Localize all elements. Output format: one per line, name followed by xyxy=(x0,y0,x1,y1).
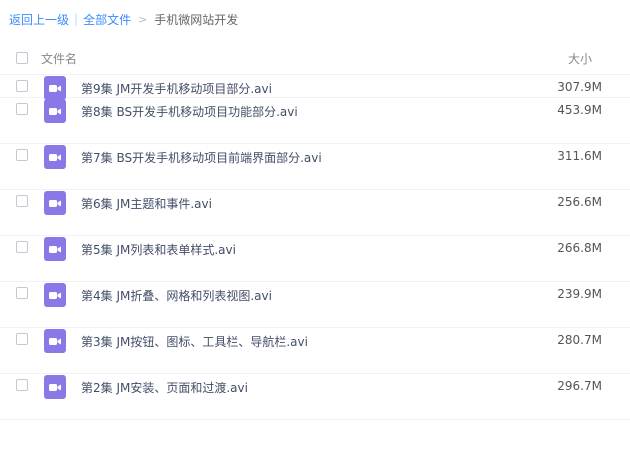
file-row[interactable]: 第4集 JM折叠、网格和列表视图.avi 239.9M xyxy=(0,282,630,328)
back-link[interactable]: 返回上一级 xyxy=(9,11,69,28)
file-row[interactable]: 第5集 JM列表和表单样式.avi 266.8M xyxy=(0,236,630,282)
file-name[interactable]: 第3集 JM按钮、图标、工具栏、导航栏.avi xyxy=(81,333,308,350)
video-icon[interactable] xyxy=(44,191,66,215)
file-size: 239.9M xyxy=(557,287,602,301)
file-row[interactable]: 第3集 JM按钮、图标、工具栏、导航栏.avi 280.7M xyxy=(0,328,630,374)
file-checkbox[interactable] xyxy=(16,103,28,115)
breadcrumb-arrow: > xyxy=(138,12,148,26)
file-name[interactable]: 第9集 JM开发手机移动项目部分.avi xyxy=(81,80,272,97)
file-size: 307.9M xyxy=(557,80,602,94)
file-name[interactable]: 第6集 JM主题和事件.avi xyxy=(81,195,212,212)
video-icon[interactable] xyxy=(44,329,66,353)
file-name[interactable]: 第5集 JM列表和表单样式.avi xyxy=(81,241,236,258)
file-size: 453.9M xyxy=(557,103,602,117)
name-column-header[interactable]: 文件名 xyxy=(41,50,77,67)
file-name[interactable]: 第8集 BS开发手机移动项目功能部分.avi xyxy=(81,103,298,120)
file-row[interactable]: 第9集 JM开发手机移动项目部分.avi 307.9M xyxy=(0,75,630,100)
table-header: 文件名 大小 xyxy=(0,42,630,75)
video-icon[interactable] xyxy=(44,76,66,100)
file-checkbox[interactable] xyxy=(16,195,28,207)
file-size: 266.8M xyxy=(557,241,602,255)
file-name[interactable]: 第4集 JM折叠、网格和列表视图.avi xyxy=(81,287,272,304)
video-icon[interactable] xyxy=(44,99,66,123)
file-list: 第9集 JM开发手机移动项目部分.avi 307.9M 第8集 BS开发手机移动项目… xyxy=(0,75,630,420)
file-row[interactable]: 第6集 JM主题和事件.avi 256.6M xyxy=(0,190,630,236)
file-checkbox[interactable] xyxy=(16,333,28,345)
file-size: 280.7M xyxy=(557,333,602,347)
file-size: 256.6M xyxy=(557,195,602,209)
file-row[interactable]: 第7集 BS开发手机移动项目前端界面部分.avi 311.6M xyxy=(0,144,630,190)
all-files-link[interactable]: 全部文件 xyxy=(83,11,131,28)
file-checkbox[interactable] xyxy=(16,379,28,391)
file-checkbox[interactable] xyxy=(16,287,28,299)
current-folder: 手机微网站开发 xyxy=(154,12,239,27)
file-name[interactable]: 第7集 BS开发手机移动项目前端界面部分.avi xyxy=(81,149,322,166)
file-checkbox[interactable] xyxy=(16,80,28,92)
file-checkbox[interactable] xyxy=(16,149,28,161)
size-column-header[interactable]: 大小 xyxy=(568,50,592,67)
video-icon[interactable] xyxy=(44,375,66,399)
file-size: 311.6M xyxy=(557,149,602,163)
breadcrumb: 返回上一级 | 全部文件 > 手机微网站开发 xyxy=(9,10,238,28)
video-icon[interactable] xyxy=(44,283,66,307)
breadcrumb-separator: | xyxy=(74,12,79,26)
file-row[interactable]: 第2集 JM安装、页面和过渡.avi 296.7M xyxy=(0,374,630,420)
video-icon[interactable] xyxy=(44,145,66,169)
video-icon[interactable] xyxy=(44,237,66,261)
file-name[interactable]: 第2集 JM安装、页面和过渡.avi xyxy=(81,379,248,396)
file-size: 296.7M xyxy=(557,379,602,393)
file-checkbox[interactable] xyxy=(16,241,28,253)
select-all-checkbox[interactable] xyxy=(16,52,28,64)
file-row[interactable]: 第8集 BS开发手机移动项目功能部分.avi 453.9M xyxy=(0,98,630,144)
